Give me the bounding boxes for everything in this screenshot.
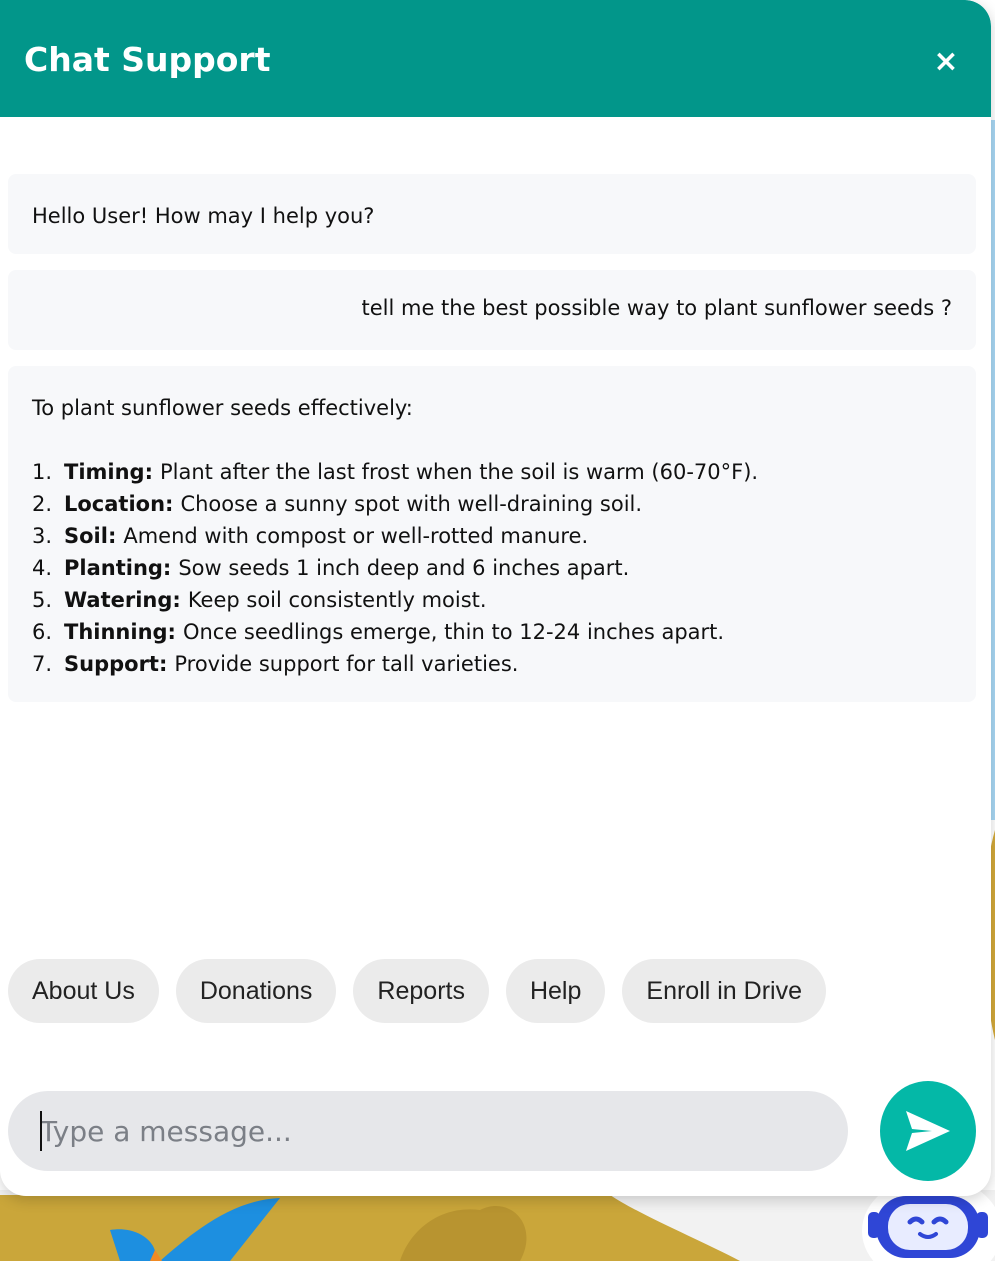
quick-reply-help[interactable]: Help [505, 959, 606, 1023]
send-button[interactable] [880, 1081, 976, 1181]
answer-intro: To plant sunflower seeds effectively: [32, 396, 413, 420]
step-term: Soil: [64, 524, 117, 548]
step-text: Once seedlings emerge, thin to 12-24 inc… [182, 620, 725, 644]
step-number: 7. [32, 652, 53, 676]
bot-message-text: Hello User! How may I help you? [32, 204, 375, 228]
quick-reply-bar: About Us Donations Reports Help Enroll i… [8, 959, 826, 1023]
message-input[interactable] [40, 1109, 820, 1153]
list-item: 7. Support: Provide support for tall varie… [32, 648, 952, 680]
chat-support-window: Chat Support × Hello User! How may I hel… [0, 0, 991, 1196]
step-term: Planting: [64, 556, 172, 580]
close-icon: × [933, 44, 959, 79]
step-number: 5. [32, 588, 53, 612]
user-message-text: tell me the best possible way to plant s… [361, 296, 952, 320]
text-caret [40, 1111, 42, 1151]
chat-header: Chat Support × [0, 0, 991, 117]
list-item: 2. Location: Choose a sunny spot with well… [32, 488, 952, 520]
step-text: Sow seeds 1 inch deep and 6 inches apart… [178, 556, 630, 580]
message-list: Hello User! How may I help you? tell me … [8, 174, 976, 718]
answer-steps-list: 1. Timing: Plant after the last frost when… [32, 456, 952, 680]
quick-reply-enroll-in-drive[interactable]: Enroll in Drive [622, 959, 826, 1023]
message-input-container [8, 1091, 848, 1171]
step-text: Plant after the last frost when the soil… [159, 460, 759, 484]
quick-reply-about-us[interactable]: About Us [8, 959, 159, 1023]
step-term: Timing: [64, 460, 153, 484]
step-text: Provide support for tall varieties. [174, 652, 519, 676]
quick-reply-donations[interactable]: Donations [175, 959, 337, 1023]
step-number: 1. [32, 460, 53, 484]
send-arrow-icon [906, 1111, 950, 1151]
step-number: 4. [32, 556, 53, 580]
step-text: Keep soil consistently moist. [187, 588, 487, 612]
step-term: Location: [64, 492, 174, 516]
list-item: 6. Thinning: Once seedlings emerge, thin t… [32, 616, 952, 648]
list-item: 3. Soil: Amend with compost or well-rotted… [32, 520, 952, 552]
chat-title: Chat Support [24, 40, 271, 79]
step-term: Watering: [64, 588, 181, 612]
step-text: Amend with compost or well-rotted manure… [123, 524, 589, 548]
step-number: 2. [32, 492, 53, 516]
list-item: 4. Planting: Sow seeds 1 inch deep and 6 i… [32, 552, 952, 584]
step-term: Support: [64, 652, 168, 676]
list-item: 1. Timing: Plant after the last frost when… [32, 456, 952, 488]
user-message: tell me the best possible way to plant s… [8, 270, 976, 350]
bot-message-answer: To plant sunflower seeds effectively: 1.… [8, 366, 976, 702]
step-term: Thinning: [64, 620, 176, 644]
close-button[interactable]: × [924, 40, 968, 84]
step-number: 6. [32, 620, 53, 644]
bot-message-greeting: Hello User! How may I help you? [8, 174, 976, 254]
quick-reply-reports[interactable]: Reports [353, 959, 489, 1023]
step-number: 3. [32, 524, 53, 548]
step-text: Choose a sunny spot with well-draining s… [180, 492, 643, 516]
list-item: 5. Watering: Keep soil consistently moist. [32, 584, 952, 616]
